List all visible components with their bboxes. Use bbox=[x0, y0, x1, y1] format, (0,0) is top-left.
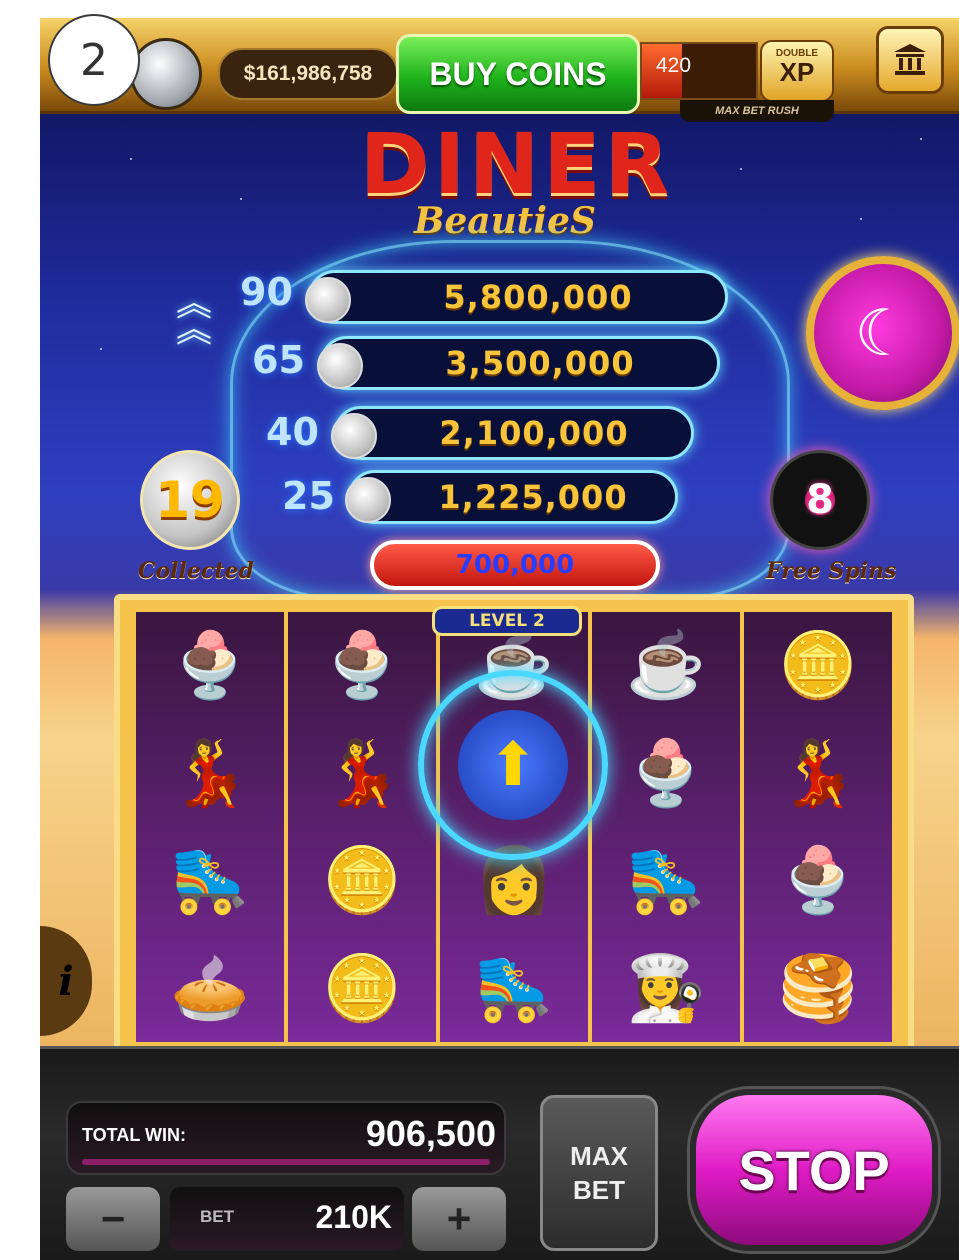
xp-progress-bar: 420 bbox=[640, 42, 758, 100]
collected-label: Collected bbox=[138, 558, 254, 584]
base-jackpot-value: 700,000 bbox=[455, 550, 575, 580]
star bbox=[920, 138, 922, 140]
star bbox=[240, 198, 242, 200]
arrow-up-icon: ⬆ bbox=[458, 710, 568, 820]
reel-symbol: 🪙 bbox=[322, 844, 402, 917]
reel-symbol: 👩‍🍳 bbox=[626, 951, 706, 1024]
jackpot-value: 3,500,000 bbox=[445, 344, 635, 382]
jackpot-count: 65 bbox=[252, 338, 305, 382]
star bbox=[130, 158, 132, 160]
collected-count: 19 bbox=[155, 471, 225, 529]
xp-value: 420 bbox=[656, 54, 692, 77]
info-icon: i bbox=[58, 957, 74, 1005]
base-jackpot: 700,000 bbox=[370, 540, 660, 590]
double-xp-main-label: XP bbox=[779, 57, 815, 87]
reel-column: 🍨 💃 🛼 🥧 bbox=[136, 612, 284, 1042]
reel-symbol: 🥧 bbox=[170, 951, 250, 1024]
star bbox=[860, 218, 862, 220]
bet-label: BET bbox=[200, 1207, 234, 1226]
total-win-box: TOTAL WIN: 906,500 bbox=[66, 1101, 506, 1175]
bet-increase-button[interactable]: + bbox=[412, 1187, 506, 1251]
coin-icon bbox=[345, 477, 391, 523]
game-frame: $161,986,758 BUY COINS 420 DOUBLE XP MAX… bbox=[40, 18, 959, 1260]
reel-symbol: 🪙 bbox=[778, 629, 858, 702]
star bbox=[740, 168, 742, 170]
reel-symbol: 🍨 bbox=[170, 629, 250, 702]
bank-icon bbox=[894, 44, 926, 75]
logo-main-text: DINER bbox=[360, 115, 674, 213]
jackpot-count: 90 bbox=[240, 270, 293, 314]
jackpot-count: 25 bbox=[282, 474, 335, 518]
coin-icon bbox=[331, 413, 377, 459]
jackpot-value: 2,100,000 bbox=[439, 414, 629, 452]
jackpot-value: 5,800,000 bbox=[443, 278, 633, 316]
jackpot-row: 3,500,000 bbox=[317, 336, 720, 390]
coin-icon bbox=[305, 277, 351, 323]
step-number-badge: 2 bbox=[48, 14, 140, 106]
total-win-value: 906,500 bbox=[365, 1113, 496, 1154]
coin-icon bbox=[317, 343, 363, 389]
bet-decrease-button[interactable]: − bbox=[66, 1187, 160, 1251]
reel-symbol: 🛼 bbox=[170, 844, 250, 917]
jackpot-count: 40 bbox=[266, 410, 319, 454]
free-spins-label: Free Spins bbox=[766, 558, 897, 584]
reel-symbol: 🥞 bbox=[778, 951, 858, 1024]
reel-column: 🍨 💃 🪙 🪙 bbox=[288, 612, 436, 1042]
jackpot-row: 2,100,000 bbox=[331, 406, 694, 460]
reel-symbol: 🛼 bbox=[474, 951, 554, 1024]
reel-symbol: ☕ bbox=[626, 629, 706, 702]
info-button[interactable]: i bbox=[40, 926, 92, 1036]
reel-column: 🪙 💃 🍨 🥞 bbox=[744, 612, 892, 1042]
profile-coin-icon[interactable] bbox=[130, 38, 202, 110]
game-logo: DINER BeautieS bbox=[360, 115, 674, 242]
total-win-bar bbox=[82, 1159, 490, 1165]
jackpot-row: 1,225,000 bbox=[345, 470, 678, 524]
bottom-controls: TOTAL WIN: 906,500 − BET 210K + MAX BET … bbox=[40, 1046, 959, 1260]
buy-coins-button[interactable]: BUY COINS bbox=[396, 34, 640, 114]
reel-symbol: 🪙 bbox=[322, 951, 402, 1024]
stop-button[interactable]: STOP bbox=[690, 1089, 938, 1251]
moon-icon[interactable]: ☾ bbox=[806, 256, 959, 410]
bet-row: − BET 210K + bbox=[66, 1187, 506, 1251]
total-win-label: TOTAL WIN: bbox=[82, 1125, 186, 1145]
reel-column: ☕ 🍨 🛼 👩‍🍳 bbox=[592, 612, 740, 1042]
jackpot-row: 5,800,000 bbox=[305, 270, 728, 324]
bet-box: BET 210K bbox=[170, 1187, 404, 1251]
max-bet-label-1: MAX bbox=[570, 1141, 628, 1171]
reel-symbol: 🍨 bbox=[626, 736, 706, 809]
reel-symbol: 💃 bbox=[170, 736, 250, 809]
reel-symbol: 💃 bbox=[778, 736, 858, 809]
jackpot-value: 1,225,000 bbox=[438, 478, 628, 516]
max-bet-rush-label: MAX BET RUSH bbox=[680, 100, 834, 122]
double-xp-badge[interactable]: DOUBLE XP bbox=[760, 40, 834, 102]
star bbox=[100, 348, 102, 350]
level-tag: LEVEL 2 bbox=[432, 606, 582, 636]
max-bet-button[interactable]: MAX BET bbox=[540, 1095, 658, 1251]
coin-balance: $161,986,758 bbox=[218, 48, 398, 100]
free-spins-record-icon: 8 bbox=[770, 450, 870, 550]
max-bet-label-2: BET bbox=[573, 1175, 625, 1205]
reel-symbol: 💃 bbox=[322, 736, 402, 809]
reel-symbol: 🍨 bbox=[322, 629, 402, 702]
bet-value: 210K bbox=[315, 1199, 393, 1235]
bank-button[interactable] bbox=[876, 26, 944, 94]
reel-symbol: 🍨 bbox=[778, 844, 858, 917]
free-spins-count: 8 bbox=[806, 477, 834, 523]
collected-coin-counter: 19 bbox=[140, 450, 240, 550]
reel-symbol: 🛼 bbox=[626, 844, 706, 917]
chevron-up-icon: ︽ ︽ bbox=[176, 282, 213, 349]
